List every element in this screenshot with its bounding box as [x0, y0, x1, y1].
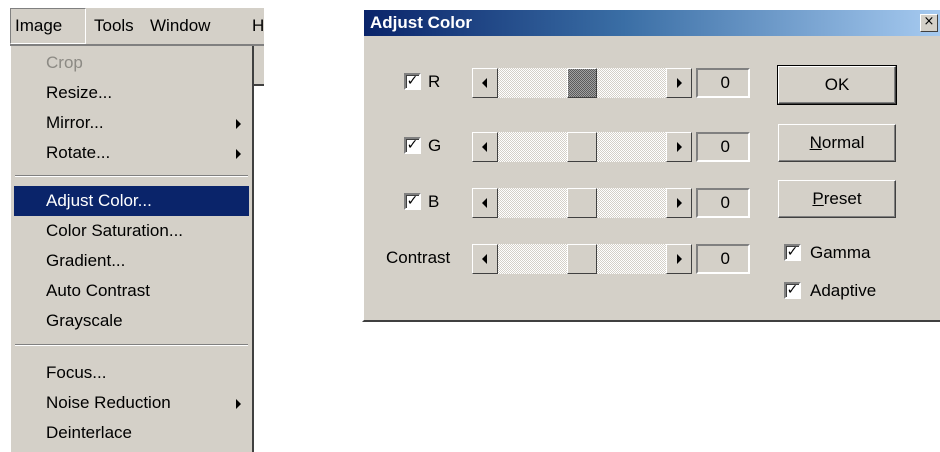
menu-item-deinterlace[interactable]: Deinterlace — [14, 418, 249, 448]
menu-item-grayscale[interactable]: Grayscale — [14, 306, 249, 336]
menu-item-label: Focus... — [46, 363, 107, 382]
menu-item-label: Deinterlace — [46, 423, 132, 442]
value-contrast[interactable]: 0 — [696, 244, 750, 274]
menu-item-rotate[interactable]: Rotate... — [14, 138, 249, 168]
menu-item-label: Crop — [46, 53, 83, 72]
normal-button[interactable]: Normal — [778, 124, 896, 162]
ok-button[interactable]: OK — [777, 65, 897, 105]
checkbox-b[interactable]: ✓ — [404, 193, 421, 210]
menu-item-label: Adjust Color... — [46, 191, 152, 210]
menu-item-resize[interactable]: Resize... — [14, 78, 249, 108]
preset-button[interactable]: Preset — [778, 180, 896, 218]
slider-b[interactable] — [472, 188, 692, 218]
scroll-left-arrow-icon[interactable] — [472, 188, 498, 218]
dialog-title: Adjust Color — [370, 13, 472, 32]
slider-thumb[interactable] — [567, 188, 597, 218]
label-b: B — [428, 192, 440, 211]
scroll-right-arrow-icon[interactable] — [666, 132, 692, 162]
menu-item-label: Gradient... — [46, 251, 126, 270]
menu-item-auto-contrast[interactable]: Auto Contrast — [14, 276, 249, 306]
menu-item-color-saturation[interactable]: Color Saturation... — [14, 216, 249, 246]
label-g: G — [428, 136, 442, 155]
label-gamma: Gamma — [810, 243, 871, 262]
menu-window[interactable]: Window — [146, 8, 214, 44]
submenu-arrow-icon — [236, 149, 241, 159]
menu-bar: Image Tools Window H — [10, 8, 264, 44]
image-menu-dropdown: Crop Resize... Mirror... Rotate... Adjus… — [10, 46, 254, 452]
menu-help[interactable]: H — [248, 8, 268, 44]
menu-tools[interactable]: Tools — [90, 8, 138, 44]
menu-separator — [15, 175, 248, 177]
slider-thumb[interactable] — [567, 68, 597, 98]
slider-r[interactable] — [472, 68, 692, 98]
menu-item-focus[interactable]: Focus... — [14, 358, 249, 388]
scroll-left-arrow-icon[interactable] — [472, 244, 498, 274]
slider-thumb[interactable] — [567, 244, 597, 274]
dialog-title-bar: Adjust Color × — [364, 10, 940, 36]
submenu-arrow-icon — [236, 119, 241, 129]
scroll-right-arrow-icon[interactable] — [666, 188, 692, 218]
menu-item-label: Auto Contrast — [46, 281, 150, 300]
scroll-right-arrow-icon[interactable] — [666, 244, 692, 274]
close-icon[interactable]: × — [920, 14, 938, 32]
slider-contrast[interactable] — [472, 244, 692, 274]
value-b[interactable]: 0 — [696, 188, 750, 218]
label-contrast: Contrast — [386, 248, 451, 267]
menu-item-gradient[interactable]: Gradient... — [14, 246, 249, 276]
menu-item-label: Color Saturation... — [46, 221, 184, 240]
label-r: R — [428, 72, 441, 91]
normal-mnemonic: N — [809, 133, 822, 152]
menu-item-label: Resize... — [46, 83, 113, 102]
menu-item-label: Rotate... — [46, 143, 111, 162]
checkbox-g[interactable]: ✓ — [404, 137, 421, 154]
slider-thumb[interactable] — [567, 132, 597, 162]
scroll-left-arrow-icon[interactable] — [472, 132, 498, 162]
menu-item-mirror[interactable]: Mirror... — [14, 108, 249, 138]
checkbox-adaptive[interactable]: ✓ — [784, 282, 801, 299]
checkbox-r[interactable]: ✓ — [404, 73, 421, 90]
checkbox-gamma[interactable]: ✓ — [784, 244, 801, 261]
menu-item-label: Grayscale — [46, 311, 123, 330]
preset-label-rest: reset — [823, 189, 862, 208]
value-g[interactable]: 0 — [696, 132, 750, 162]
menu-image[interactable]: Image — [10, 8, 86, 44]
scroll-right-arrow-icon[interactable] — [666, 68, 692, 98]
menu-item-noise-reduction[interactable]: Noise Reduction — [14, 388, 249, 418]
value-r[interactable]: 0 — [696, 68, 750, 98]
submenu-arrow-icon — [236, 399, 241, 409]
menu-item-label: Mirror... — [46, 113, 104, 132]
menu-item-adjust-color[interactable]: Adjust Color... — [14, 186, 249, 216]
slider-g[interactable] — [472, 132, 692, 162]
menu-separator — [15, 344, 248, 346]
normal-label-rest: ormal — [821, 133, 865, 152]
preset-mnemonic: P — [812, 189, 824, 208]
scroll-left-arrow-icon[interactable] — [472, 68, 498, 98]
label-adaptive: Adaptive — [810, 281, 877, 300]
adjust-color-dialog: Adjust Color × ✓ R 0 ✓ G 0 ✓ B 0 Contras… — [362, 8, 940, 322]
menu-item-crop[interactable]: Crop — [14, 48, 249, 78]
menu-item-label: Noise Reduction — [46, 393, 171, 412]
